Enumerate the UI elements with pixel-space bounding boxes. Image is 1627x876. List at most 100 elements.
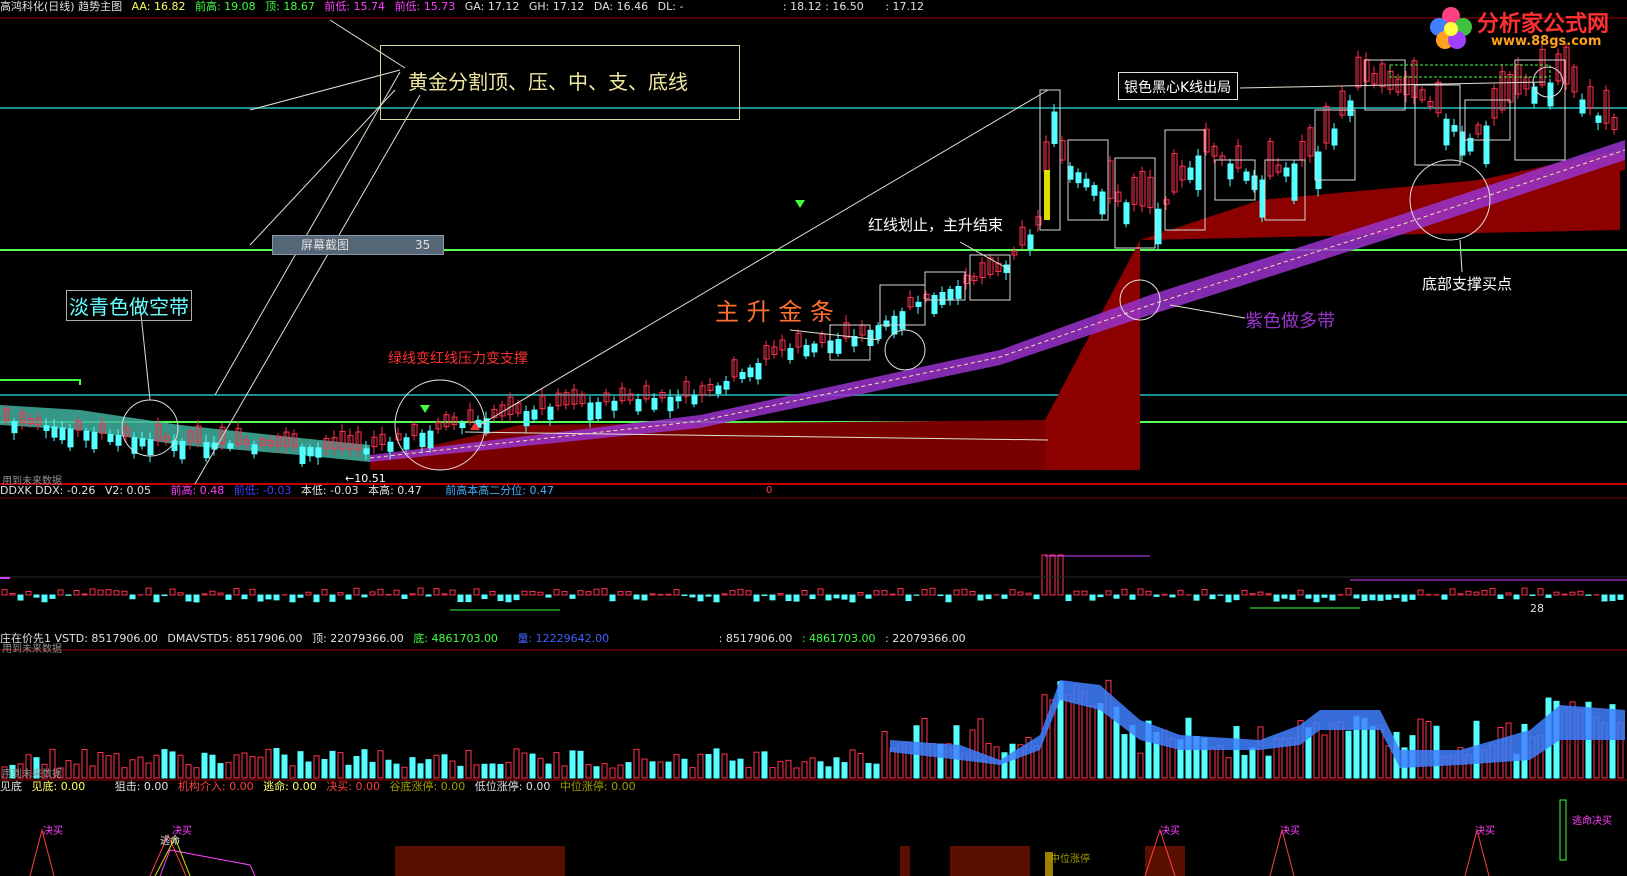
vstd-bar [1009, 743, 1016, 779]
cyan-band-label: 淡青色做空带 [66, 290, 192, 321]
vstd-bar [673, 754, 680, 779]
hdr-da: DA: 16.46 [593, 0, 649, 13]
candle-body [1027, 234, 1034, 250]
ddx-bar [1097, 594, 1104, 598]
ddx-bar [937, 594, 944, 597]
ddx-bar [777, 593, 784, 596]
candle-body [459, 422, 466, 429]
candle-body [1099, 191, 1106, 215]
ind2-extra1: : 8517906.00 [718, 632, 793, 645]
vstd-bar [641, 758, 648, 779]
ddx-bar [1049, 554, 1056, 596]
future-data-note-2: 用到未来数据 [2, 644, 62, 655]
ddx-bar [841, 594, 848, 600]
ddx-bar [425, 594, 432, 597]
future-data-note-3: 用到未来数据 [2, 769, 62, 780]
vstd-bar [409, 757, 416, 779]
ddx-bar [257, 594, 264, 602]
ddx-bar [873, 590, 880, 596]
ddx-bar [1281, 594, 1288, 599]
ddx-bar [9, 592, 16, 596]
ddx-bar [1521, 587, 1528, 596]
vstd-bar [313, 755, 320, 779]
candle-body [139, 438, 146, 447]
buy-label-1: 决买 [43, 826, 63, 837]
ddx-bar [1457, 593, 1464, 596]
ddx-bar [1545, 594, 1552, 598]
ddx-bar [1561, 593, 1568, 596]
flower-logo-icon [1430, 7, 1472, 49]
candle-body [1451, 125, 1458, 132]
vstd-bar [753, 751, 760, 779]
ddx-bar [457, 594, 464, 603]
candle-body [747, 367, 754, 378]
vstd-bar [1233, 726, 1240, 779]
vstd-bar [65, 760, 72, 779]
vstd-bar [441, 754, 448, 779]
ind2-bottom: 底: 4861703.00 [413, 632, 498, 645]
ddx-bar [57, 589, 64, 596]
vstd-bar [449, 760, 456, 779]
ind2-dmavstd: DMAVSTD5: 8517906.00 [167, 632, 303, 645]
vstd-bar [273, 747, 280, 779]
ddx-bar [1273, 594, 1280, 602]
vstd-bar [521, 752, 528, 779]
candle-body [547, 406, 554, 420]
ddx-bar [369, 591, 376, 596]
vstd-bar [681, 758, 688, 779]
vstd-bar [345, 764, 352, 779]
hdr-extra1: : 18.12 : 16.50 [782, 0, 864, 13]
vstd-bar [433, 754, 440, 779]
candle-body [51, 426, 58, 438]
ind2-header: 庄在价先1 VSTD: 8517906.00 DMAVSTD5: 8517906… [0, 632, 1627, 646]
candle-body [723, 381, 730, 390]
vstd-bar [201, 752, 208, 779]
ddx-bar [825, 594, 832, 601]
ddx-bar [409, 593, 416, 596]
ddx-bar [321, 589, 328, 596]
candle-body [531, 409, 538, 420]
vstd-bar [545, 763, 552, 779]
ddx-bar [985, 594, 992, 600]
hdr-prev-low: 前低: 15.74 [324, 0, 386, 13]
ddx-bar [977, 594, 984, 601]
candle-body [875, 325, 882, 339]
vstd-bar [353, 755, 360, 779]
vstd-indicator [1, 679, 1625, 779]
vstd-bar [585, 764, 592, 779]
ddx-bar [929, 587, 936, 596]
vstd-bar [569, 750, 576, 779]
future-data-note-1: 用到未来数据 [2, 476, 62, 487]
ddx-bar [169, 588, 176, 596]
screenshot-tag[interactable]: 屏幕截图 35 [272, 235, 444, 255]
ddx-bar [809, 594, 816, 600]
vstd-bar [1369, 726, 1376, 779]
candle-body [939, 292, 946, 305]
ddx-bar [769, 594, 776, 601]
vstd-bar [849, 749, 856, 779]
vstd-bar [769, 767, 776, 779]
ind3-valley: 谷底涨停: 0.00 [389, 780, 466, 793]
vstd-bar [801, 761, 808, 779]
vstd-bar [137, 756, 144, 779]
candle-body [1195, 155, 1202, 191]
ddx-bar [673, 589, 680, 596]
ddx-bar [537, 591, 544, 596]
ddx-bar [1257, 591, 1264, 596]
candle-body [227, 443, 234, 449]
ddx-bar [233, 588, 240, 596]
main-chart-canvas[interactable] [0, 0, 1627, 876]
vstd-bar [233, 754, 240, 779]
ddx-bar [1089, 594, 1096, 601]
hdr-ga: GA: 17.12 [464, 0, 520, 13]
ddx-bar [1569, 591, 1576, 596]
ddx-bar [1441, 594, 1448, 600]
ddx-bar [921, 588, 928, 596]
hdr-prev-low2: 前低: 15.73 [394, 0, 456, 13]
signal-indicator [29, 799, 1567, 876]
ddx-bar [17, 594, 24, 601]
candle-body [587, 402, 594, 421]
ddx-bar [97, 589, 104, 596]
candle-body [755, 363, 762, 380]
candle-body [307, 447, 314, 457]
